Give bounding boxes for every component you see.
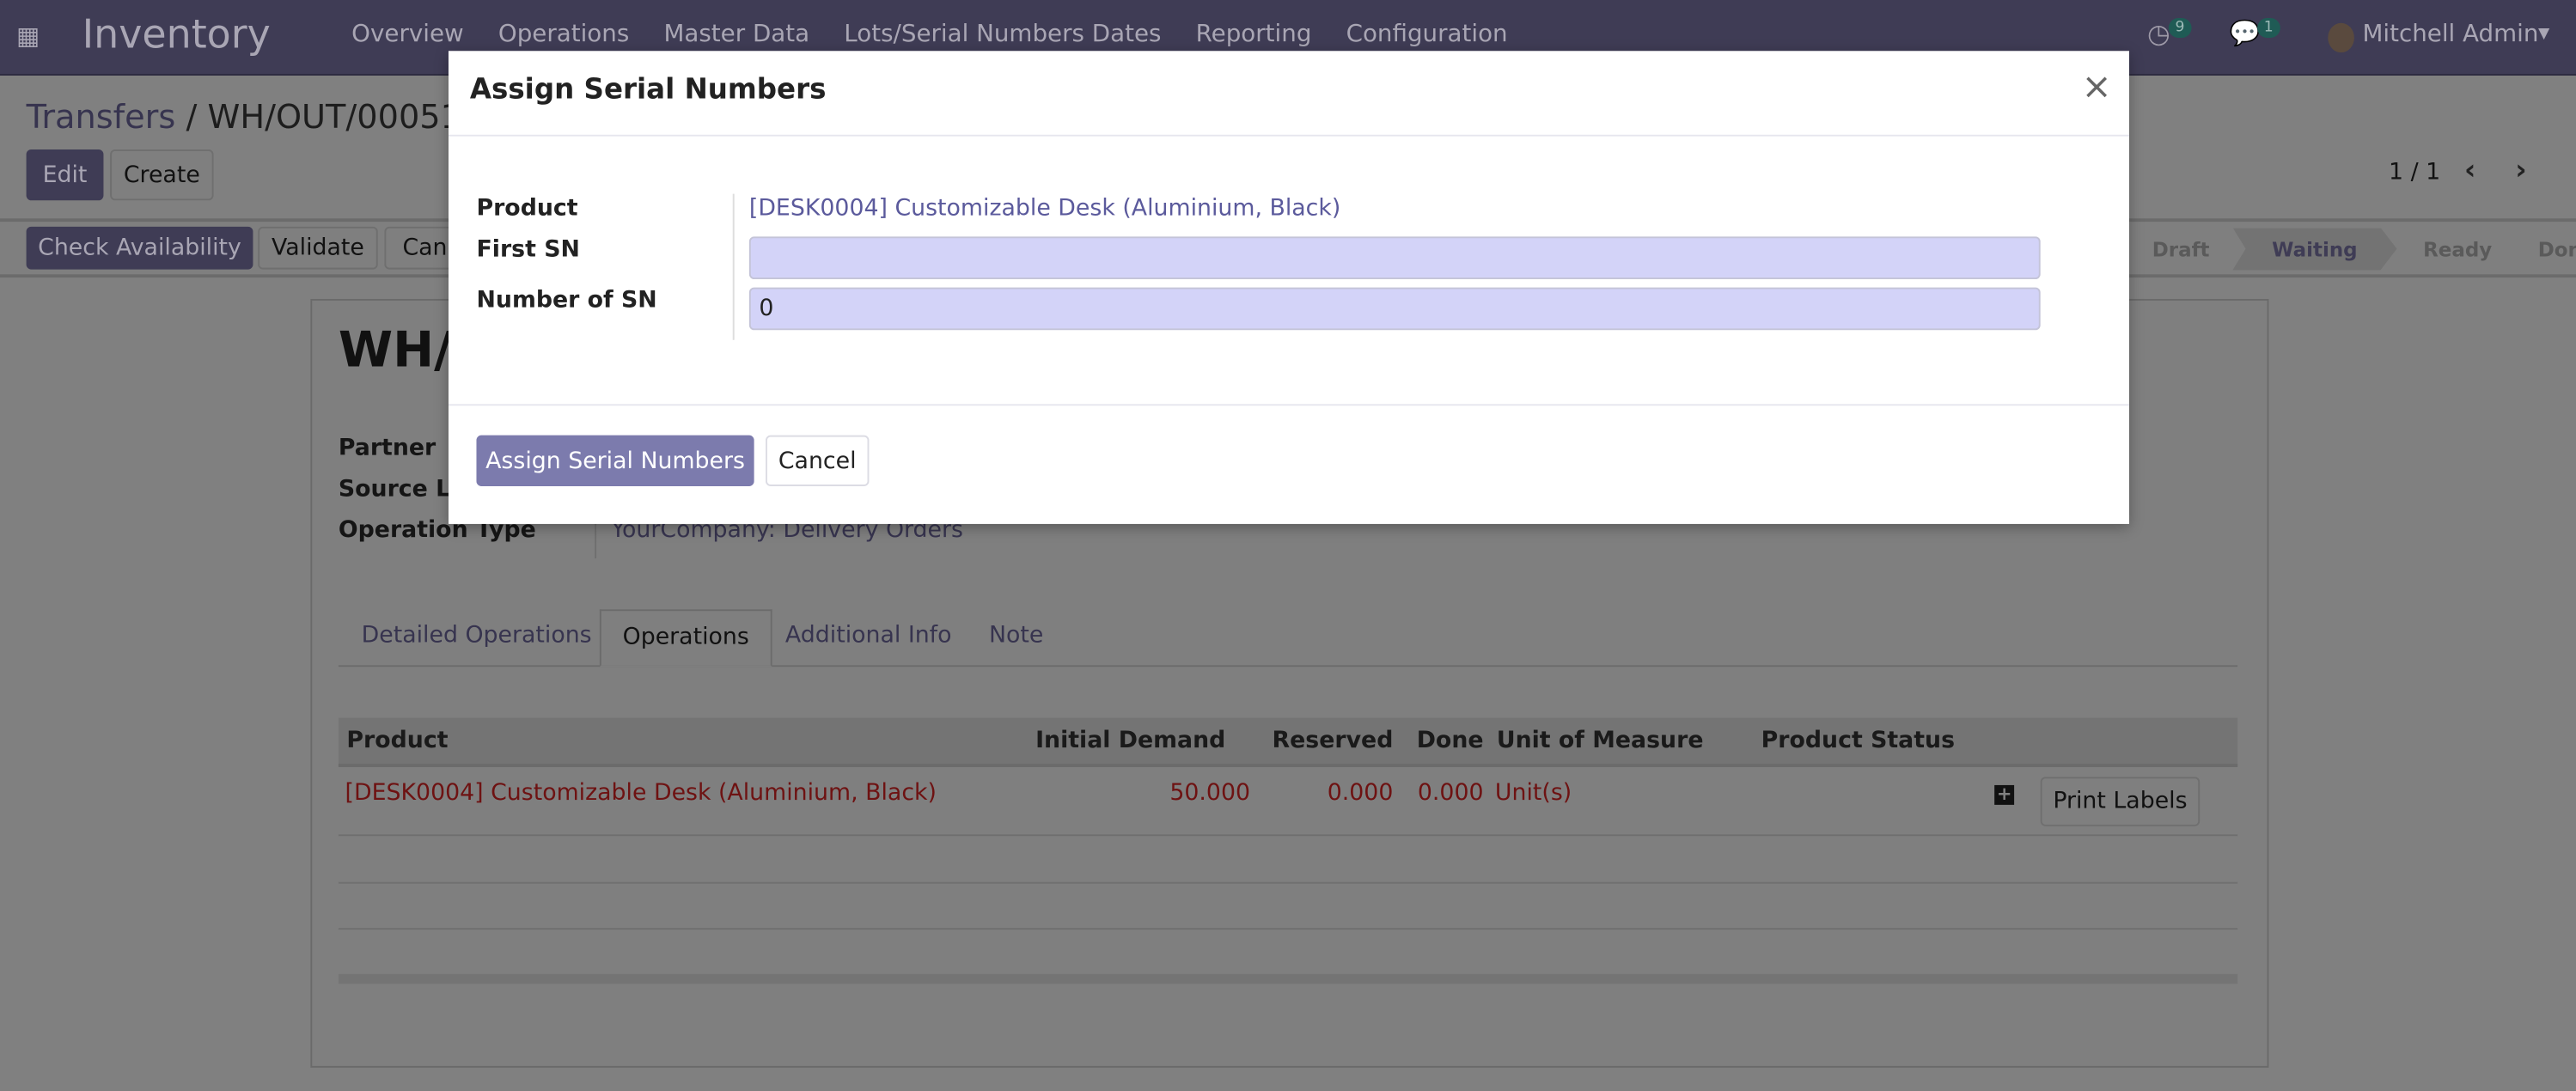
validate-button[interactable]: Validate [258,226,378,270]
table-header: Product Initial Demand Reserved Done Uni… [338,717,2238,767]
menu-configuration[interactable]: Configuration [1346,21,1508,48]
assign-serial-numbers-dialog: Assign Serial Numbers × Product First SN… [448,51,2129,524]
row-uom: Unit(s) [1494,780,1572,807]
status-done[interactable]: Done [2518,237,2576,260]
check-availability-button[interactable]: Check Availability [26,226,253,270]
tab-note[interactable]: Note [989,623,1043,649]
breadcrumb-current: WH/OUT/00051 [207,96,461,137]
app-title[interactable]: Inventory [82,11,271,58]
menu-operations[interactable]: Operations [498,21,629,48]
table-footer [338,973,2238,984]
tab-operations[interactable]: Operations [599,609,772,667]
plus-square-icon[interactable]: + [1994,784,2015,805]
row-initial-demand: 50.000 [1169,780,1251,807]
menu-lots-serial-dates[interactable]: Lots/Serial Numbers Dates [844,21,1161,48]
partner-label: Partner [338,435,436,462]
status-ready[interactable]: Ready [2397,237,2518,260]
dialog-cancel-button[interactable]: Cancel [765,435,870,486]
tab-additional-info[interactable]: Additional Info [785,623,952,649]
dialog-footer-divider [448,404,2129,406]
first-sn-input[interactable] [748,236,2041,280]
breadcrumb: Transfers / WH/OUT/00051 [27,97,461,137]
row-done: 0.000 [1417,780,1484,807]
col-done[interactable]: Done [1417,728,1484,754]
row-reserved: 0.000 [1327,780,1394,807]
row-product[interactable]: [DESK0004] Customizable Desk (Aluminium,… [345,780,937,807]
breadcrumb-transfers[interactable]: Transfers [27,97,176,137]
screen: ▦ Inventory Overview Operations Master D… [0,0,2576,1091]
user-avatar[interactable] [2328,22,2354,53]
main-menu: Overview Operations Master Data Lots/Ser… [351,21,1507,48]
caret-down-icon: ▼ [2538,26,2550,43]
activity-count-badge: 9 [2168,18,2192,38]
edit-button[interactable]: Edit [26,149,104,201]
number-of-sn-label: Number of SN [476,287,657,314]
assign-serial-numbers-button[interactable]: Assign Serial Numbers [476,435,754,486]
messages-chat-icon[interactable]: 💬 [2230,18,2261,47]
status-waiting[interactable]: Waiting [2232,227,2397,271]
pager-previous-icon[interactable]: ‹ [2464,155,2475,187]
tab-detailed-operations[interactable]: Detailed Operations [362,623,592,649]
create-button[interactable]: Create [110,149,214,201]
col-unit-of-measure[interactable]: Unit of Measure [1497,728,1704,754]
row-divider [338,834,2238,837]
print-labels-button[interactable]: Print Labels [2040,777,2201,826]
breadcrumb-separator: / [186,96,198,137]
product-label: Product [476,195,578,222]
dialog-title: Assign Serial Numbers [469,74,827,107]
row-divider [338,928,2238,930]
close-icon[interactable]: × [2082,67,2112,108]
first-sn-label: First SN [476,236,580,263]
field-divider [732,193,735,340]
col-initial-demand[interactable]: Initial Demand [1035,728,1225,754]
col-product-status[interactable]: Product Status [1761,728,1955,754]
dialog-header-divider [448,134,2129,137]
status-draft[interactable]: Draft [2129,237,2232,260]
message-count-badge: 1 [2257,18,2280,38]
statusbar-states: Draft Waiting Ready Done [2129,225,2576,272]
pager-next-icon[interactable]: › [2515,155,2526,187]
col-reserved[interactable]: Reserved [1273,728,1394,754]
activity-clock-icon[interactable]: ◷ [2147,18,2170,49]
number-of-sn-input[interactable] [748,287,2041,331]
form-tabs: Detailed Operations Operations Additiona… [338,609,2238,667]
product-link[interactable]: [DESK0004] Customizable Desk (Aluminium,… [749,196,1340,222]
menu-overview[interactable]: Overview [351,21,464,48]
menu-reporting[interactable]: Reporting [1196,21,1312,48]
user-menu-name[interactable]: Mitchell Admin [2362,21,2538,48]
col-product[interactable]: Product [346,728,448,754]
menu-master-data[interactable]: Master Data [663,21,809,48]
pager-value[interactable]: 1 / 1 [2389,159,2440,186]
apps-menu-icon[interactable]: ▦ [16,21,40,51]
row-divider [338,881,2238,884]
